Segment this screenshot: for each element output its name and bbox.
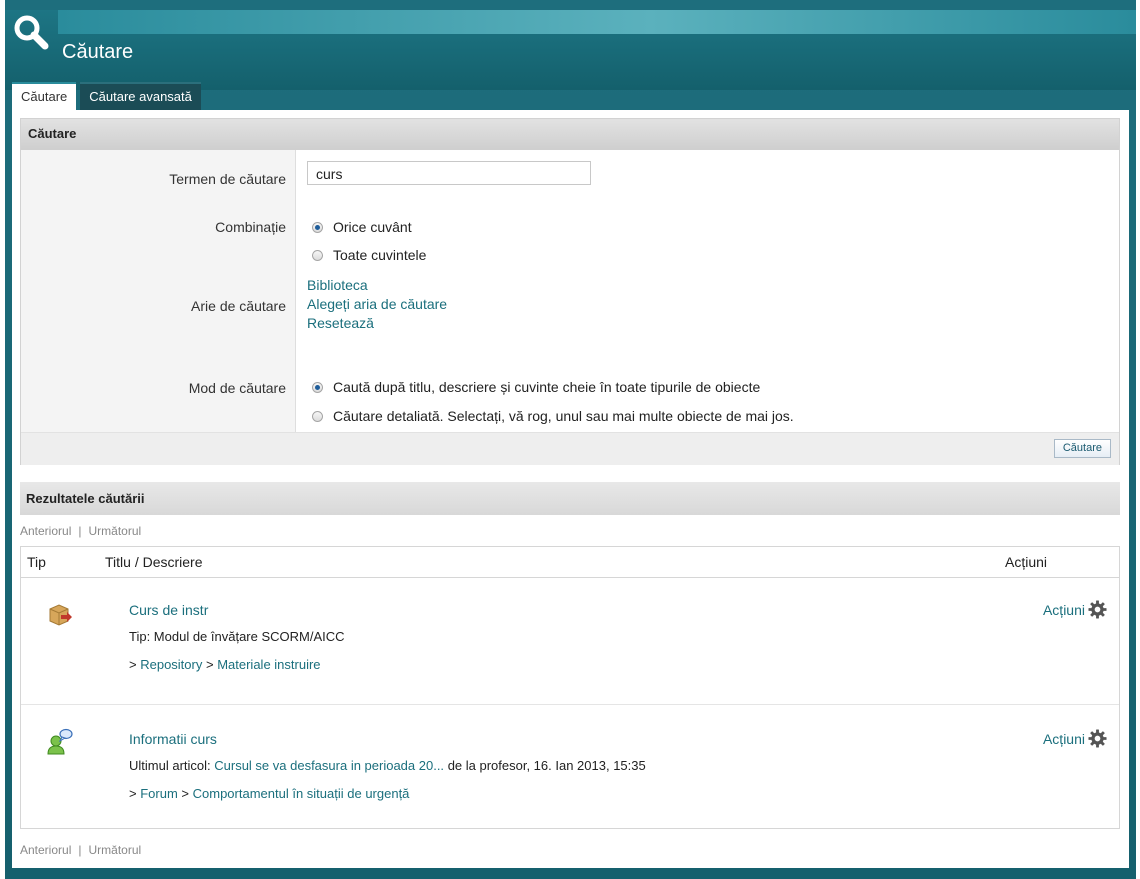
- radio-mode-simple[interactable]: [312, 381, 323, 393]
- path-arrow: >: [129, 786, 137, 801]
- result-path: > Forum > Comportamentul în situații de …: [129, 786, 409, 801]
- area-link-library[interactable]: Biblioteca: [307, 276, 447, 295]
- combination-label: Combinație: [215, 219, 286, 235]
- gear-icon[interactable]: [1088, 600, 1107, 619]
- result-meta: Tip: Modul de învățare SCORM/AICC: [129, 629, 345, 644]
- term-label: Termen de căutare: [169, 171, 286, 187]
- radio-all-words[interactable]: [312, 249, 323, 261]
- pager-bottom: Anteriorul | Următorul: [20, 843, 141, 857]
- path-link-emergency[interactable]: Comportamentul în situații de urgență: [193, 786, 410, 801]
- search-form: Termen de căutare Combinație Arie de cău…: [21, 150, 1119, 432]
- mode-simple-option[interactable]: Caută după titlu, descriere și cuvinte c…: [312, 379, 760, 395]
- page-title: Căutare: [62, 41, 134, 63]
- last-post-link[interactable]: Cursul se va desfasura in perioada 20...: [214, 758, 444, 773]
- column-actions: Acțiuni: [1005, 554, 1048, 570]
- area-links: Biblioteca Alegeți aria de căutare Reset…: [307, 276, 447, 333]
- last-post-author-date: de la profesor, 16. Ian 2013, 15:35: [447, 758, 646, 773]
- combination-all-label: Toate cuvintele: [333, 247, 427, 263]
- path-link-materials[interactable]: Materiale instruire: [217, 657, 320, 672]
- search-panel-title: Căutare: [21, 119, 1119, 150]
- pager-separator: |: [78, 524, 82, 538]
- result-row: Curs de instr Tip: Modul de învățare SCO…: [21, 578, 1119, 704]
- pager-next-top[interactable]: Următorul: [88, 524, 141, 538]
- area-link-choose[interactable]: Alegeți aria de căutare: [307, 295, 447, 314]
- column-title: Titlu / Descriere: [105, 554, 203, 570]
- radio-mode-detailed[interactable]: [312, 410, 323, 422]
- search-panel: Căutare Termen de căutare Combinație Ari…: [20, 118, 1120, 465]
- main-content: Căutare Termen de căutare Combinație Ari…: [12, 110, 1129, 868]
- search-submit-button[interactable]: Căutare: [1053, 439, 1111, 458]
- column-type: Tip: [27, 554, 46, 570]
- mode-label: Mod de căutare: [188, 380, 286, 396]
- path-link-repository[interactable]: Repository: [140, 657, 202, 672]
- combination-all-option[interactable]: Toate cuvintele: [312, 247, 426, 263]
- forum-icon: [47, 728, 73, 755]
- search-panel-footer: Căutare: [21, 432, 1119, 465]
- search-icon: [14, 15, 49, 50]
- mode-detailed-label: Căutare detaliată. Selectați, vă rog, un…: [333, 408, 794, 424]
- header-highlight: [58, 10, 1136, 34]
- path-arrow: >: [205, 657, 214, 672]
- search-term-input[interactable]: curs: [307, 161, 591, 185]
- pager-next-bottom[interactable]: Următorul: [88, 843, 141, 857]
- scorm-module-icon: [49, 604, 72, 626]
- form-label-column: Termen de căutare Combinație Arie de cău…: [21, 150, 296, 432]
- results-table: Tip Titlu / Descriere Acțiuni Curs de in…: [20, 546, 1120, 829]
- area-label: Arie de căutare: [191, 298, 286, 314]
- actions-label[interactable]: Acțiuni: [1043, 731, 1085, 747]
- pager-prev-top[interactable]: Anteriorul: [20, 524, 71, 538]
- path-arrow: >: [129, 657, 137, 672]
- actions-label[interactable]: Acțiuni: [1043, 602, 1085, 618]
- area-link-reset[interactable]: Resetează: [307, 314, 447, 333]
- pager-separator: |: [78, 843, 82, 857]
- results-table-header: Tip Titlu / Descriere Acțiuni: [21, 547, 1119, 578]
- path-arrow: >: [181, 786, 189, 801]
- gear-icon[interactable]: [1088, 729, 1107, 748]
- result-path: > Repository > Materiale instruire: [129, 657, 321, 672]
- result-title-link[interactable]: Informatii curs: [129, 731, 217, 747]
- form-value-column: curs Orice cuvânt Toate cuvintele Biblio…: [296, 150, 1119, 432]
- mode-detailed-option[interactable]: Căutare detaliată. Selectați, vă rog, un…: [312, 408, 794, 424]
- tab-advanced-search[interactable]: Căutare avansată: [80, 82, 201, 110]
- result-actions-menu[interactable]: Acțiuni: [1043, 600, 1107, 619]
- result-actions-menu[interactable]: Acțiuni: [1043, 729, 1107, 748]
- tab-search[interactable]: Căutare: [12, 82, 77, 112]
- result-title-link[interactable]: Curs de instr: [129, 602, 208, 618]
- last-post-label: Ultimul articol:: [129, 758, 211, 773]
- radio-any-word[interactable]: [312, 221, 323, 233]
- result-row: Informatii curs Ultimul articol: Cursul …: [21, 705, 1119, 827]
- mode-simple-label: Caută după titlu, descriere și cuvinte c…: [333, 379, 761, 395]
- result-meta: Ultimul articol: Cursul se va desfasura …: [129, 758, 646, 773]
- combination-any-option[interactable]: Orice cuvânt: [312, 219, 412, 235]
- tab-bar: Căutare Căutare avansată: [12, 82, 205, 112]
- results-title: Rezultatele căutării: [20, 482, 1120, 515]
- pager-top: Anteriorul | Următorul: [20, 524, 141, 538]
- path-link-forum[interactable]: Forum: [140, 786, 178, 801]
- pager-prev-bottom[interactable]: Anteriorul: [20, 843, 71, 857]
- combination-any-label: Orice cuvânt: [333, 219, 412, 235]
